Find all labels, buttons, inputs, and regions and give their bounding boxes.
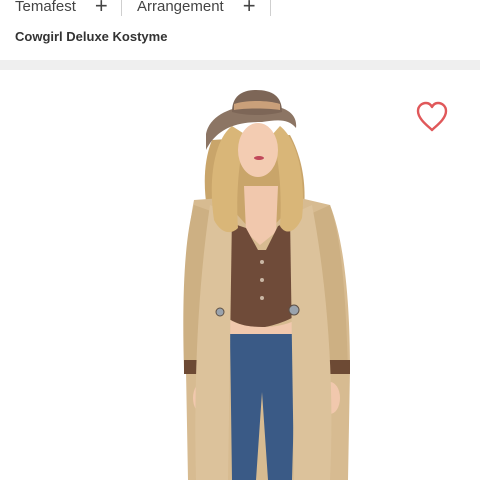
heart-outline-icon[interactable] xyxy=(414,100,450,134)
section-divider xyxy=(0,60,480,70)
plus-icon[interactable]: + xyxy=(243,0,256,17)
nav-divider xyxy=(270,0,271,16)
costume-model-illustration xyxy=(183,90,350,480)
nav-item-arrangement[interactable]: Arrangement + xyxy=(137,0,256,17)
plus-icon[interactable]: + xyxy=(95,0,108,17)
category-nav: Temafest + Arrangement + xyxy=(0,0,480,18)
nav-item-label: Arrangement xyxy=(137,0,224,15)
nav-item-temafest[interactable]: Temafest + xyxy=(15,0,108,17)
nav-divider xyxy=(121,0,122,16)
nav-item-label: Temafest xyxy=(15,0,76,15)
product-title: Cowgirl Deluxe Kostyme xyxy=(15,29,168,44)
favorite-button[interactable] xyxy=(414,100,450,134)
product-image[interactable] xyxy=(0,70,480,480)
